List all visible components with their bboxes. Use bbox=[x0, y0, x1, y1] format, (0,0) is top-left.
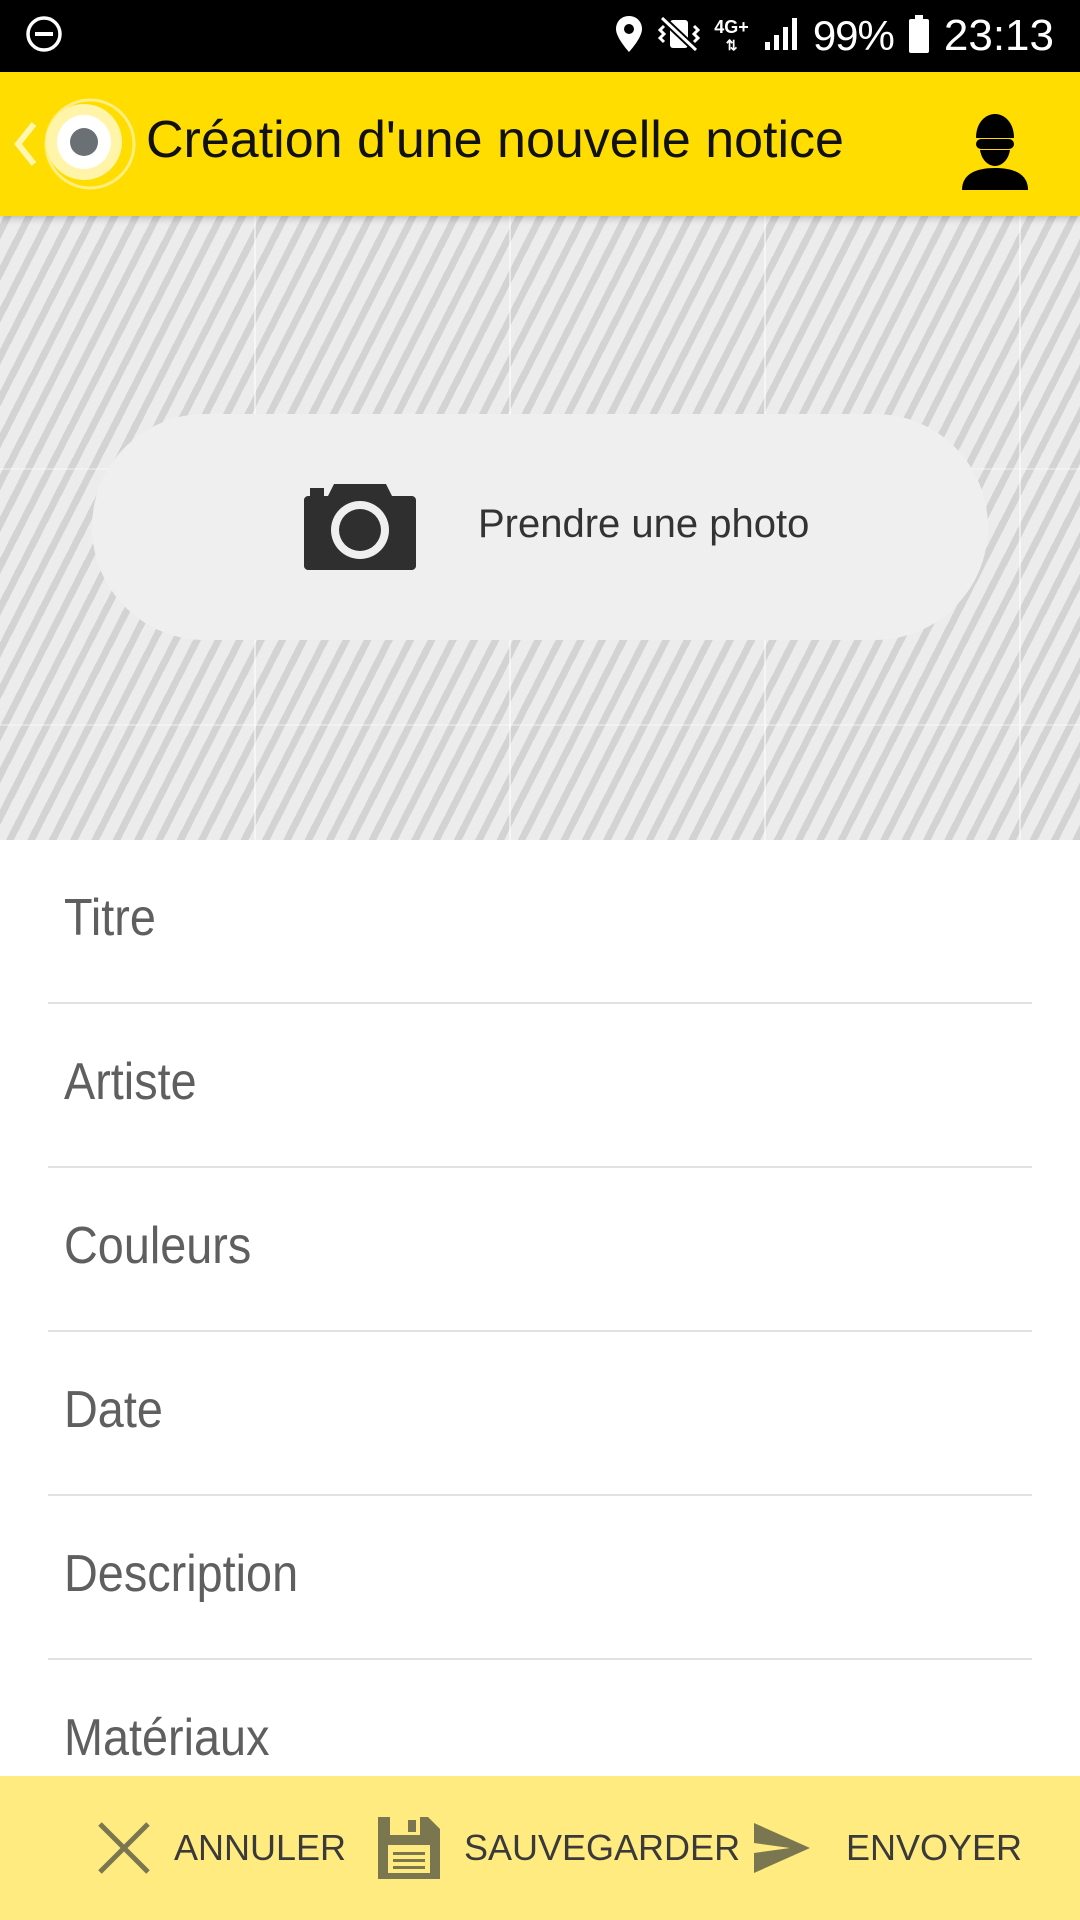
tile-divider bbox=[1019, 216, 1021, 840]
date-field[interactable]: Date bbox=[48, 1332, 1032, 1496]
status-bar: 4G+ ⇅ 99% 23:13 bbox=[0, 0, 1080, 72]
title-field-label: Titre bbox=[64, 889, 156, 947]
page-title: Création d'une nouvelle notice bbox=[146, 111, 844, 169]
app-logo[interactable] bbox=[40, 94, 140, 194]
take-photo-button[interactable]: Prendre une photo bbox=[92, 414, 988, 640]
screen: 4G+ ⇅ 99% 23:13 Création d'une nouvelle … bbox=[0, 0, 1080, 1920]
signal-icon bbox=[763, 16, 799, 57]
location-icon bbox=[614, 14, 644, 59]
date-field-label: Date bbox=[64, 1381, 163, 1439]
network-type-label: 4G+ bbox=[714, 17, 749, 37]
photo-area: Prendre une photo bbox=[0, 216, 1080, 840]
close-icon bbox=[98, 1822, 150, 1874]
colors-field[interactable]: Couleurs bbox=[48, 1168, 1032, 1332]
vibrate-mode-icon bbox=[658, 14, 701, 59]
cancel-button[interactable]: ANNULER bbox=[96, 1776, 346, 1920]
back-chevron-icon[interactable] bbox=[10, 118, 40, 170]
send-button[interactable]: ENVOYER bbox=[752, 1776, 1022, 1920]
take-photo-label: Prendre une photo bbox=[478, 502, 810, 546]
materials-field-label: Matériaux bbox=[64, 1709, 270, 1767]
colors-field-label: Couleurs bbox=[64, 1217, 252, 1275]
description-field-label: Description bbox=[64, 1545, 299, 1603]
save-label: SAUVEGARDER bbox=[464, 1827, 741, 1868]
description-field[interactable]: Description bbox=[48, 1496, 1032, 1660]
tile-divider bbox=[0, 724, 1080, 726]
artist-field-label: Artiste bbox=[64, 1053, 197, 1111]
network-type: 4G+ ⇅ bbox=[714, 17, 749, 53]
battery-icon bbox=[908, 14, 930, 59]
notice-form: Titre Artiste Couleurs Date Description … bbox=[0, 840, 1080, 1824]
send-label: ENVOYER bbox=[846, 1827, 1023, 1868]
do-not-disturb-icon bbox=[24, 14, 64, 59]
send-icon bbox=[754, 1823, 810, 1873]
artist-field[interactable]: Artiste bbox=[48, 1004, 1032, 1168]
app-bar: Création d'une nouvelle notice bbox=[0, 72, 1080, 216]
save-icon bbox=[378, 1817, 440, 1879]
bottom-action-bar: ANNULER SAUVEGARDER ENVOYER bbox=[0, 1776, 1080, 1920]
camera-icon bbox=[302, 478, 418, 574]
save-button[interactable]: SAUVEGARDER bbox=[376, 1776, 740, 1920]
profile-icon[interactable] bbox=[950, 102, 1040, 192]
battery-percent: 99% bbox=[812, 12, 895, 59]
clock: 23:13 bbox=[943, 11, 1054, 60]
cancel-label: ANNULER bbox=[174, 1827, 347, 1868]
title-field[interactable]: Titre bbox=[48, 840, 1032, 1004]
